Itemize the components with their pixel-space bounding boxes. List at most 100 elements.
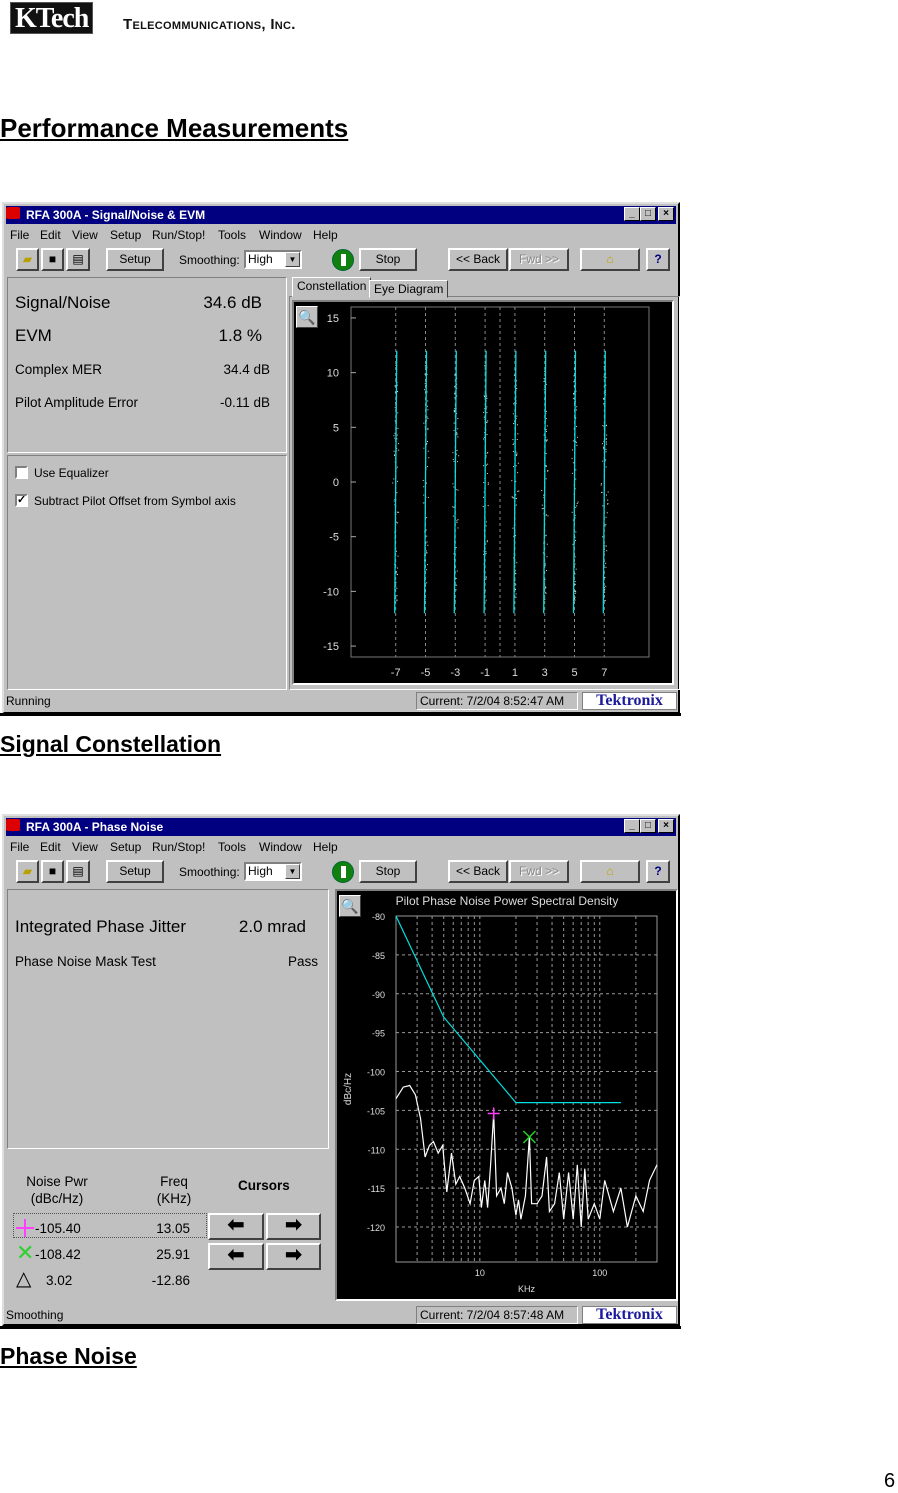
menu-view[interactable]: View — [72, 226, 98, 244]
cursor2-right-button[interactable]: ➡ — [266, 1243, 321, 1270]
save-button[interactable]: ■ — [41, 248, 64, 271]
y-tick-label: -120 — [367, 1223, 385, 1233]
symbol-point — [602, 446, 604, 448]
menu-run-stop[interactable]: Run/Stop! — [152, 838, 205, 856]
constellation-chart: 15 10 5 0 -5 -10 -15 -7 -5 -3 -1 1 3 5 7 — [323, 306, 650, 679]
symbol-point — [424, 373, 426, 375]
smoothing-select[interactable]: High ▼ — [244, 862, 302, 881]
menu-setup[interactable]: Setup — [110, 838, 141, 856]
chevron-down-icon[interactable]: ▼ — [285, 864, 300, 879]
symbol-point — [453, 430, 455, 432]
minimize-button[interactable]: _ — [624, 207, 640, 221]
symbol-point — [574, 563, 576, 565]
home-button[interactable]: ⌂ — [580, 860, 640, 883]
menu-help[interactable]: Help — [313, 226, 338, 244]
freq-header-line1: Freq — [160, 1174, 188, 1189]
close-button[interactable]: × — [658, 207, 674, 221]
open-button[interactable]: ▰ — [16, 248, 39, 271]
x-tick-label: 3 — [542, 667, 548, 679]
symbol-point — [456, 570, 458, 572]
back-button[interactable]: << Back — [448, 860, 508, 883]
signal-noise-value: 34.6 dB — [203, 293, 262, 312]
symbol-point — [606, 550, 608, 552]
symbol-point — [397, 480, 399, 482]
save-button[interactable]: ■ — [41, 860, 64, 883]
symbol-point — [457, 418, 459, 420]
open-button[interactable]: ▰ — [16, 860, 39, 883]
stop-button[interactable]: Stop — [359, 248, 417, 271]
menu-window[interactable]: Window — [259, 838, 302, 856]
symbol-point — [574, 599, 576, 601]
menu-file[interactable]: File — [10, 226, 29, 244]
print-button[interactable]: ▤ — [66, 860, 90, 883]
phase-noise-window: RFA 300A - Phase Noise _ □ × File Edit V… — [2, 814, 680, 1326]
stop-button[interactable]: Stop — [359, 860, 417, 883]
symbol-point — [574, 573, 576, 575]
context-help-button[interactable]: ? — [646, 860, 670, 883]
minimize-button[interactable]: _ — [624, 819, 640, 833]
menu-help[interactable]: Help — [313, 838, 338, 856]
symbol-point — [605, 448, 607, 450]
forward-button[interactable]: Fwd >> — [509, 248, 569, 271]
menu-setup[interactable]: Setup — [110, 226, 141, 244]
symbol-point — [426, 440, 428, 442]
menu-tools[interactable]: Tools — [218, 838, 246, 856]
subtract-pilot-offset-checkbox[interactable]: ✓ — [15, 494, 28, 507]
menu-run-stop[interactable]: Run/Stop! — [152, 226, 205, 244]
menu-window[interactable]: Window — [259, 226, 302, 244]
zoom-icon[interactable]: 🔍 — [296, 306, 318, 328]
symbol-point — [424, 389, 426, 391]
maximize-button[interactable]: □ — [640, 819, 656, 833]
print-button[interactable]: ▤ — [66, 248, 90, 271]
menu-view[interactable]: View — [72, 838, 98, 856]
cursor1-right-button[interactable]: ➡ — [266, 1213, 321, 1240]
cursor1-left-button[interactable]: ⬅ — [208, 1213, 264, 1240]
options-panel — [7, 455, 287, 690]
chevron-down-icon[interactable]: ▼ — [285, 252, 300, 267]
y-tick-label: 5 — [333, 422, 339, 434]
symbol-point — [485, 552, 487, 554]
cursor2-left-button[interactable]: ⬅ — [208, 1243, 264, 1270]
setup-button[interactable]: Setup — [106, 860, 164, 883]
forward-button[interactable]: Fwd >> — [509, 860, 569, 883]
zoom-icon[interactable]: 🔍 — [339, 895, 361, 917]
setup-button[interactable]: Setup — [106, 248, 164, 271]
menu-edit[interactable]: Edit — [40, 226, 61, 244]
use-equalizer-checkbox[interactable] — [15, 466, 28, 479]
back-button[interactable]: << Back — [448, 248, 508, 271]
maximize-button[interactable]: □ — [640, 207, 656, 221]
menu-tools[interactable]: Tools — [218, 226, 246, 244]
symbol-point — [515, 584, 517, 586]
symbol-point — [485, 464, 487, 466]
symbol-point — [454, 397, 456, 399]
symbol-point — [576, 426, 578, 428]
symbol-point — [603, 403, 605, 405]
evm-label: EVM — [15, 326, 52, 345]
symbol-point — [574, 593, 576, 595]
mask-trace — [395, 915, 621, 1104]
company-name: Telecommunications, Inc. — [123, 16, 296, 33]
symbol-point — [512, 497, 514, 499]
menu-file[interactable]: File — [10, 838, 29, 856]
noise-pwr-header: Noise Pwr (dBc/Hz) — [14, 1173, 100, 1207]
symbol-point — [482, 506, 484, 508]
close-button[interactable]: × — [658, 819, 674, 833]
tab-constellation[interactable]: Constellation — [292, 277, 372, 297]
tab-eye-diagram[interactable]: Eye Diagram — [369, 280, 449, 298]
smoothing-label: Smoothing: — [179, 865, 240, 879]
x-tick-label: -5 — [421, 667, 431, 679]
page-number: 6 — [884, 1470, 896, 1492]
symbol-point — [545, 592, 547, 594]
symbol-point — [512, 527, 514, 529]
symbol-point — [575, 409, 577, 411]
symbol-point — [573, 381, 575, 383]
context-help-button[interactable]: ? — [646, 248, 670, 271]
symbol-point — [602, 505, 604, 507]
symbol-point — [606, 434, 608, 436]
smoothing-value: High — [248, 252, 273, 266]
smoothing-select[interactable]: High ▼ — [244, 250, 302, 269]
symbol-point — [575, 478, 577, 480]
home-button[interactable]: ⌂ — [580, 248, 640, 271]
symbol-point — [515, 504, 517, 506]
menu-edit[interactable]: Edit — [40, 838, 61, 856]
